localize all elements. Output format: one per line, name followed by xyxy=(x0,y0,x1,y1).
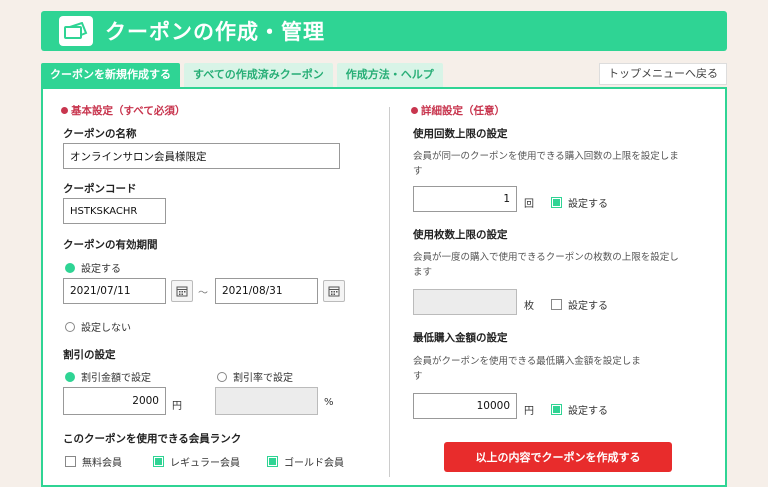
discount-label: 割引の設定 xyxy=(63,349,116,361)
radio-empty-icon xyxy=(217,372,227,382)
radio-empty-icon xyxy=(65,322,75,332)
basic-settings-heading: 基本設定（すべて必須） xyxy=(61,103,185,118)
use-limit-label: 使用回数上限の設定 xyxy=(413,128,508,140)
coupon-name-label: クーポンの名称 xyxy=(63,128,137,140)
period-set-radio[interactable]: 設定する xyxy=(65,260,121,275)
rank-free-checkbox[interactable]: 無料会員 xyxy=(65,454,122,469)
discount-amount-input[interactable]: 2000 xyxy=(63,387,166,415)
radio-selected-icon xyxy=(65,372,75,382)
rank-regular-checkbox[interactable]: レギュラー会員 xyxy=(153,454,240,469)
coupon-code-label: クーポンコード xyxy=(63,183,137,195)
times-unit: 回 xyxy=(524,199,534,210)
calendar-icon[interactable] xyxy=(323,280,345,302)
column-divider xyxy=(389,107,390,477)
calendar-icon[interactable] xyxy=(171,280,193,302)
discount-rate-input[interactable] xyxy=(215,387,318,415)
yen-unit: 円 xyxy=(172,401,182,412)
tab-help[interactable]: 作成方法・ヘルプ xyxy=(336,63,443,87)
period-unset-radio[interactable]: 設定しない xyxy=(65,319,131,334)
yen-unit: 円 xyxy=(524,406,534,417)
coupon-logo-icon xyxy=(59,16,93,46)
checkbox-checked-icon xyxy=(153,456,164,467)
rank-gold-checkbox[interactable]: ゴールド会員 xyxy=(267,454,344,469)
coupon-form-panel: 基本設定（すべて必須） クーポンの名称 オンラインサロン会員様限定 クーポンコー… xyxy=(41,87,727,487)
checkbox-empty-icon xyxy=(551,299,562,310)
checkbox-checked-icon xyxy=(551,197,562,208)
start-date-input[interactable]: 2021/07/11 xyxy=(63,278,166,304)
create-coupon-button[interactable]: 以上の内容でクーポンを作成する xyxy=(444,442,672,472)
discount-amount-radio[interactable]: 割引金額で設定 xyxy=(65,369,151,384)
checkbox-checked-icon xyxy=(267,456,278,467)
checkbox-empty-icon xyxy=(65,456,76,467)
valid-period-label: クーポンの有効期間 xyxy=(63,239,158,251)
tab-bar: クーポンを新規作成する すべての作成済みクーポン 作成方法・ヘルプ xyxy=(41,63,447,87)
end-date-input[interactable]: 2021/08/31 xyxy=(215,278,318,304)
min-amount-description: 会員がクーポンを使用できる最低購入金額を設定します xyxy=(413,356,641,382)
sheets-unit: 枚 xyxy=(524,301,534,312)
min-amount-input[interactable]: 10000 xyxy=(413,393,517,419)
discount-rate-radio[interactable]: 割引率で設定 xyxy=(217,369,293,384)
count-limit-input[interactable] xyxy=(413,289,517,315)
coupon-code-input[interactable]: HSTKSKACHR xyxy=(63,198,166,224)
use-limit-description: 会員が同一のクーポンを使用できる購入回数の上限を設定します xyxy=(413,151,679,177)
member-rank-label: このクーポンを使用できる会員ランク xyxy=(63,433,242,445)
count-limit-label: 使用枚数上限の設定 xyxy=(413,229,508,241)
app-header: クーポンの作成・管理 xyxy=(41,11,727,51)
coupon-name-input[interactable]: オンラインサロン会員様限定 xyxy=(63,143,340,169)
page-title: クーポンの作成・管理 xyxy=(105,20,325,44)
radio-selected-icon xyxy=(65,263,75,273)
use-limit-input[interactable]: 1 xyxy=(413,186,517,212)
tab-create-coupon[interactable]: クーポンを新規作成する xyxy=(41,63,180,87)
min-amount-checkbox[interactable]: 設定する xyxy=(551,402,608,417)
use-limit-checkbox[interactable]: 設定する xyxy=(551,195,608,210)
count-limit-checkbox[interactable]: 設定する xyxy=(551,297,608,312)
percent-unit: % xyxy=(324,397,334,408)
checkbox-checked-icon xyxy=(551,404,562,415)
detail-settings-heading: 詳細設定（任意） xyxy=(411,103,505,118)
back-to-top-button[interactable]: トップメニューへ戻る xyxy=(599,63,727,85)
date-range-separator: 〜 xyxy=(198,288,208,299)
tab-all-coupons[interactable]: すべての作成済みクーポン xyxy=(184,63,333,87)
count-limit-description: 会員が一度の購入で使用できるクーポンの枚数の上限を設定します xyxy=(413,252,679,278)
min-amount-label: 最低購入金額の設定 xyxy=(413,332,508,344)
